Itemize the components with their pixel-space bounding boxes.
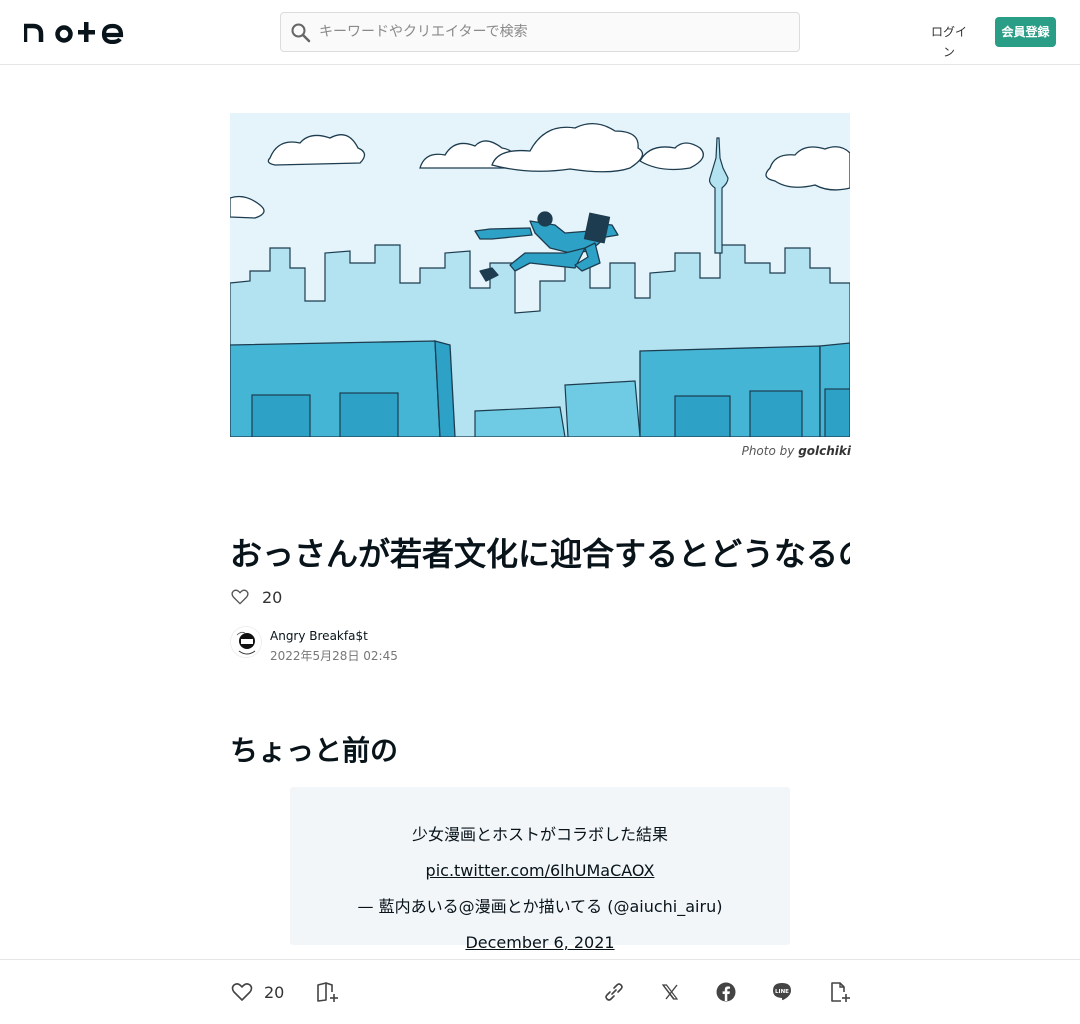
share-x-button[interactable] bbox=[658, 980, 682, 1004]
section-heading: ちょっと前の bbox=[230, 734, 399, 767]
heart-icon[interactable] bbox=[230, 587, 250, 607]
share-line-button[interactable]: LINE bbox=[770, 980, 794, 1004]
site-header: ログイン 会員登録 bbox=[0, 0, 1080, 65]
photo-credit-author[interactable]: golchiki bbox=[798, 444, 851, 458]
photo-credit: Photo by golchiki bbox=[600, 444, 851, 460]
x-logo-icon bbox=[661, 984, 679, 1000]
article-title: おっさんが若者文化に迎合するとどうなるのかがよくわかるやつ bbox=[230, 535, 850, 573]
tweet-image-link[interactable]: pic.twitter.com/6lhUMaCAOX bbox=[426, 861, 655, 880]
hero-image bbox=[230, 113, 850, 437]
author-info[interactable]: Angry Breakfa$t 2022年5月28日 02:45 bbox=[230, 626, 530, 663]
book-plus-icon bbox=[317, 982, 338, 1002]
search-box[interactable] bbox=[280, 12, 800, 52]
publish-date: 2022年5月28日 02:45 bbox=[270, 649, 398, 663]
signup-button[interactable]: 会員登録 bbox=[995, 17, 1056, 47]
like-button[interactable]: 20 bbox=[230, 980, 284, 1004]
line-icon: LINE bbox=[773, 983, 791, 1001]
author-name[interactable]: Angry Breakfa$t bbox=[270, 629, 368, 643]
heart-icon bbox=[230, 980, 254, 1004]
like-count: 20 bbox=[264, 982, 285, 1002]
note-logo[interactable] bbox=[22, 20, 124, 45]
tweet-date-link[interactable]: December 6, 2021 bbox=[465, 933, 614, 952]
tweet-text: 少女漫画とホストがコラボした結果 bbox=[411, 825, 668, 844]
like-count: 20 bbox=[262, 587, 283, 607]
add-to-magazine-button[interactable] bbox=[315, 980, 339, 1004]
tweet-attribution: — 藍内あいる@漫画とか描いてる (@aiuchi_airu) bbox=[357, 897, 723, 916]
author-avatar[interactable] bbox=[230, 626, 262, 658]
save-note-button[interactable] bbox=[827, 980, 851, 1004]
search-icon bbox=[290, 22, 312, 44]
share-facebook-button[interactable] bbox=[714, 980, 738, 1004]
copy-link-button[interactable] bbox=[602, 980, 626, 1004]
note-logo-icon bbox=[22, 22, 124, 45]
bottom-action-bar: 20 LINE bbox=[0, 959, 1080, 1024]
link-icon bbox=[605, 983, 623, 1001]
file-plus-icon bbox=[831, 982, 850, 1002]
facebook-icon bbox=[716, 982, 736, 1002]
hero-illustration bbox=[230, 113, 850, 437]
like-summary[interactable]: 20 bbox=[230, 585, 282, 609]
photo-credit-prefix: Photo by bbox=[741, 444, 795, 458]
svg-text:LINE: LINE bbox=[775, 989, 789, 995]
login-link[interactable]: ログイン bbox=[926, 22, 972, 59]
search-input[interactable] bbox=[319, 13, 789, 51]
tweet-embed: 少女漫画とホストがコラボした結果 pic.twitter.com/6lhUMaC… bbox=[290, 787, 790, 952]
